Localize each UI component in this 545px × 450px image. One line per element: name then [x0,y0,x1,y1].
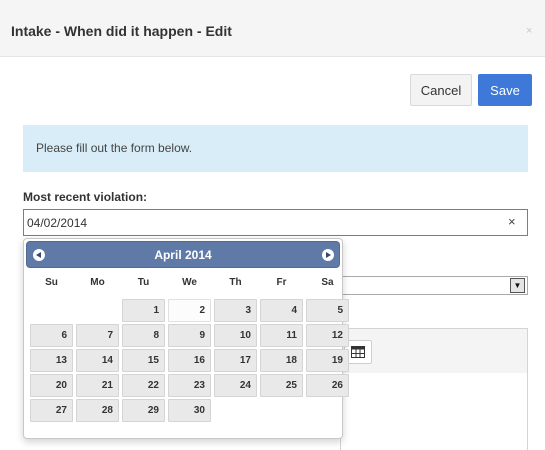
datepicker-popup: April 2014 Su Mo Tu We Th Fr Sa 1 2 3 4 5 6 7 8 9 10 11 12… [23,238,349,439]
form-notice: Please fill out the form below. [23,125,528,172]
modal-header: Intake - When did it happen - Edit × [0,0,545,57]
violation-field-label: Most recent violation: [23,190,148,204]
day-cell-12[interactable]: 12 [306,324,349,347]
day-cell-9[interactable]: 9 [168,324,211,347]
hidden-select[interactable] [340,276,528,295]
day-cell-7[interactable]: 7 [76,324,119,347]
modal-title: Intake - When did it happen - Edit [11,23,232,39]
day-cell-20[interactable]: 20 [30,374,73,397]
day-cell-14[interactable]: 14 [76,349,119,372]
violation-date-input[interactable] [23,209,528,236]
cancel-button[interactable]: Cancel [410,74,472,106]
day-cell-22[interactable]: 22 [122,374,165,397]
close-icon[interactable]: × [526,25,532,37]
day-cell-25[interactable]: 25 [260,374,303,397]
day-cell-29[interactable]: 29 [122,399,165,422]
day-cell-27[interactable]: 27 [30,399,73,422]
clear-icon[interactable]: × [508,214,516,229]
weekday-header: Th [229,277,242,288]
weekday-header: Su [45,277,58,288]
day-cell-18[interactable]: 18 [260,349,303,372]
day-cell-1[interactable]: 1 [122,299,165,322]
day-cell-15[interactable]: 15 [122,349,165,372]
datepicker-month-title: April 2014 [154,248,212,262]
day-cell-21[interactable]: 21 [76,374,119,397]
weekday-header: Fr [276,277,287,288]
weekday-header: Tu [137,277,150,288]
day-cell-3[interactable]: 3 [214,299,257,322]
day-cell-19[interactable]: 19 [306,349,349,372]
day-cell-6[interactable]: 6 [30,324,73,347]
weekday-header: Sa [321,277,334,288]
next-month-icon[interactable] [322,249,334,261]
day-cell-16[interactable]: 16 [168,349,211,372]
day-cell-5[interactable]: 5 [306,299,349,322]
day-cell-17[interactable]: 17 [214,349,257,372]
weekday-header: We [182,277,197,288]
day-cell-26[interactable]: 26 [306,374,349,397]
day-cell-11[interactable]: 11 [260,324,303,347]
day-cell-2[interactable]: 2 [168,299,211,322]
day-cell-24[interactable]: 24 [214,374,257,397]
day-cell-13[interactable]: 13 [30,349,73,372]
day-cell-4[interactable]: 4 [260,299,303,322]
save-button[interactable]: Save [478,74,532,106]
weekday-header: Mo [90,277,105,288]
chevron-down-icon[interactable]: ▼ [510,278,525,293]
day-cell-30[interactable]: 30 [168,399,211,422]
day-cell-8[interactable]: 8 [122,324,165,347]
day-cell-10[interactable]: 10 [214,324,257,347]
day-cell-28[interactable]: 28 [76,399,119,422]
day-cell-23[interactable]: 23 [168,374,211,397]
datepicker-header: April 2014 [26,241,340,268]
